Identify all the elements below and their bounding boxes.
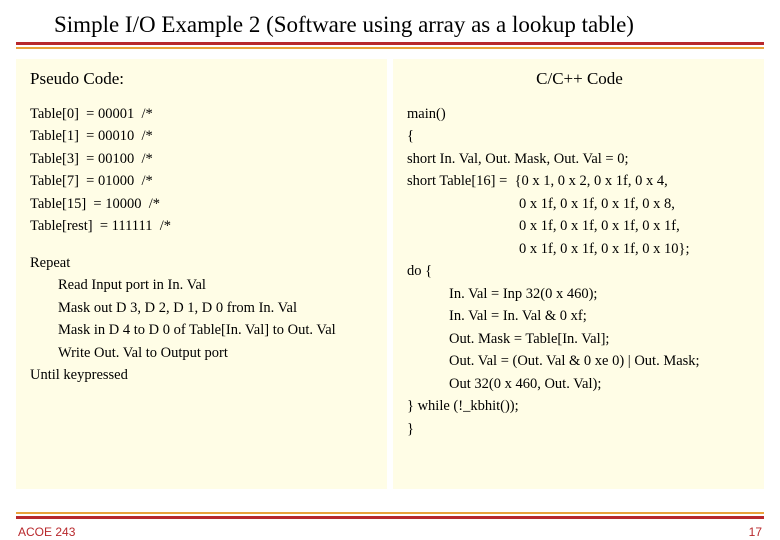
pseudo-line: Table[1] = 00010 /*	[30, 125, 375, 147]
pseudo-line: Table[3] = 00100 /*	[30, 148, 375, 170]
c-heading: C/C++ Code	[407, 69, 752, 89]
page-number: 17	[749, 525, 762, 539]
pseudo-line: Table[7] = 01000 /*	[30, 170, 375, 192]
slide-title: Simple I/O Example 2 (Software using arr…	[0, 0, 780, 42]
c-end: }	[407, 418, 752, 440]
footer-rule-orange	[16, 512, 764, 514]
pseudo-line: Mask in D 4 to D 0 of Table[In. Val] to …	[30, 319, 375, 341]
c-line: Out 32(0 x 460, Out. Val);	[407, 373, 752, 395]
pseudo-repeat: Repeat	[30, 252, 375, 274]
c-do: do {	[407, 260, 752, 282]
slide: Simple I/O Example 2 (Software using arr…	[0, 0, 780, 540]
pseudo-heading: Pseudo Code:	[30, 69, 375, 89]
rule-red	[16, 42, 764, 45]
rule-orange	[16, 47, 764, 49]
pseudo-line: Read Input port in In. Val	[30, 274, 375, 296]
pseudo-lines: Table[0] = 00001 /* Table[1] = 00010 /* …	[30, 103, 375, 387]
footer-rule	[16, 512, 764, 519]
c-line: In. Val = Inp 32(0 x 460);	[407, 283, 752, 305]
slide-body: Pseudo Code: Table[0] = 00001 /* Table[1…	[0, 59, 780, 489]
c-line: 0 x 1f, 0 x 1f, 0 x 1f, 0 x 1f,	[407, 215, 752, 237]
loop-block: Repeat Read Input port in In. Val Mask o…	[30, 252, 375, 387]
c-line: 0 x 1f, 0 x 1f, 0 x 1f, 0 x 10};	[407, 238, 752, 260]
c-code-panel: C/C++ Code main() { short In. Val, Out. …	[393, 59, 764, 489]
footer: ACOE 243 17	[0, 512, 780, 540]
footer-rule-red	[16, 516, 764, 519]
c-while: } while (!_kbhit());	[407, 395, 752, 417]
c-line: short In. Val, Out. Mask, Out. Val = 0;	[407, 148, 752, 170]
pseudo-line: Mask out D 3, D 2, D 1, D 0 from In. Val	[30, 297, 375, 319]
header-rule	[0, 42, 780, 59]
c-line: Out. Mask = Table[In. Val];	[407, 328, 752, 350]
c-line: In. Val = In. Val & 0 xf;	[407, 305, 752, 327]
c-line: main()	[407, 103, 752, 125]
c-line: {	[407, 125, 752, 147]
footer-left: ACOE 243	[18, 525, 75, 539]
c-lines: main() { short In. Val, Out. Mask, Out. …	[407, 103, 752, 440]
c-line: Out. Val = (Out. Val & 0 xe 0) | Out. Ma…	[407, 350, 752, 372]
c-line: 0 x 1f, 0 x 1f, 0 x 1f, 0 x 8,	[407, 193, 752, 215]
c-line: short Table[16] = {0 x 1, 0 x 2, 0 x 1f,…	[407, 170, 752, 192]
pseudo-line: Table[rest] = 111111 /*	[30, 215, 375, 237]
pseudo-line: Write Out. Val to Output port	[30, 342, 375, 364]
pseudo-line: Table[15] = 10000 /*	[30, 193, 375, 215]
pseudo-line: Table[0] = 00001 /*	[30, 103, 375, 125]
pseudo-until: Until keypressed	[30, 364, 375, 386]
table-init-block: Table[0] = 00001 /* Table[1] = 00010 /* …	[30, 103, 375, 238]
pseudo-code-panel: Pseudo Code: Table[0] = 00001 /* Table[1…	[16, 59, 387, 489]
